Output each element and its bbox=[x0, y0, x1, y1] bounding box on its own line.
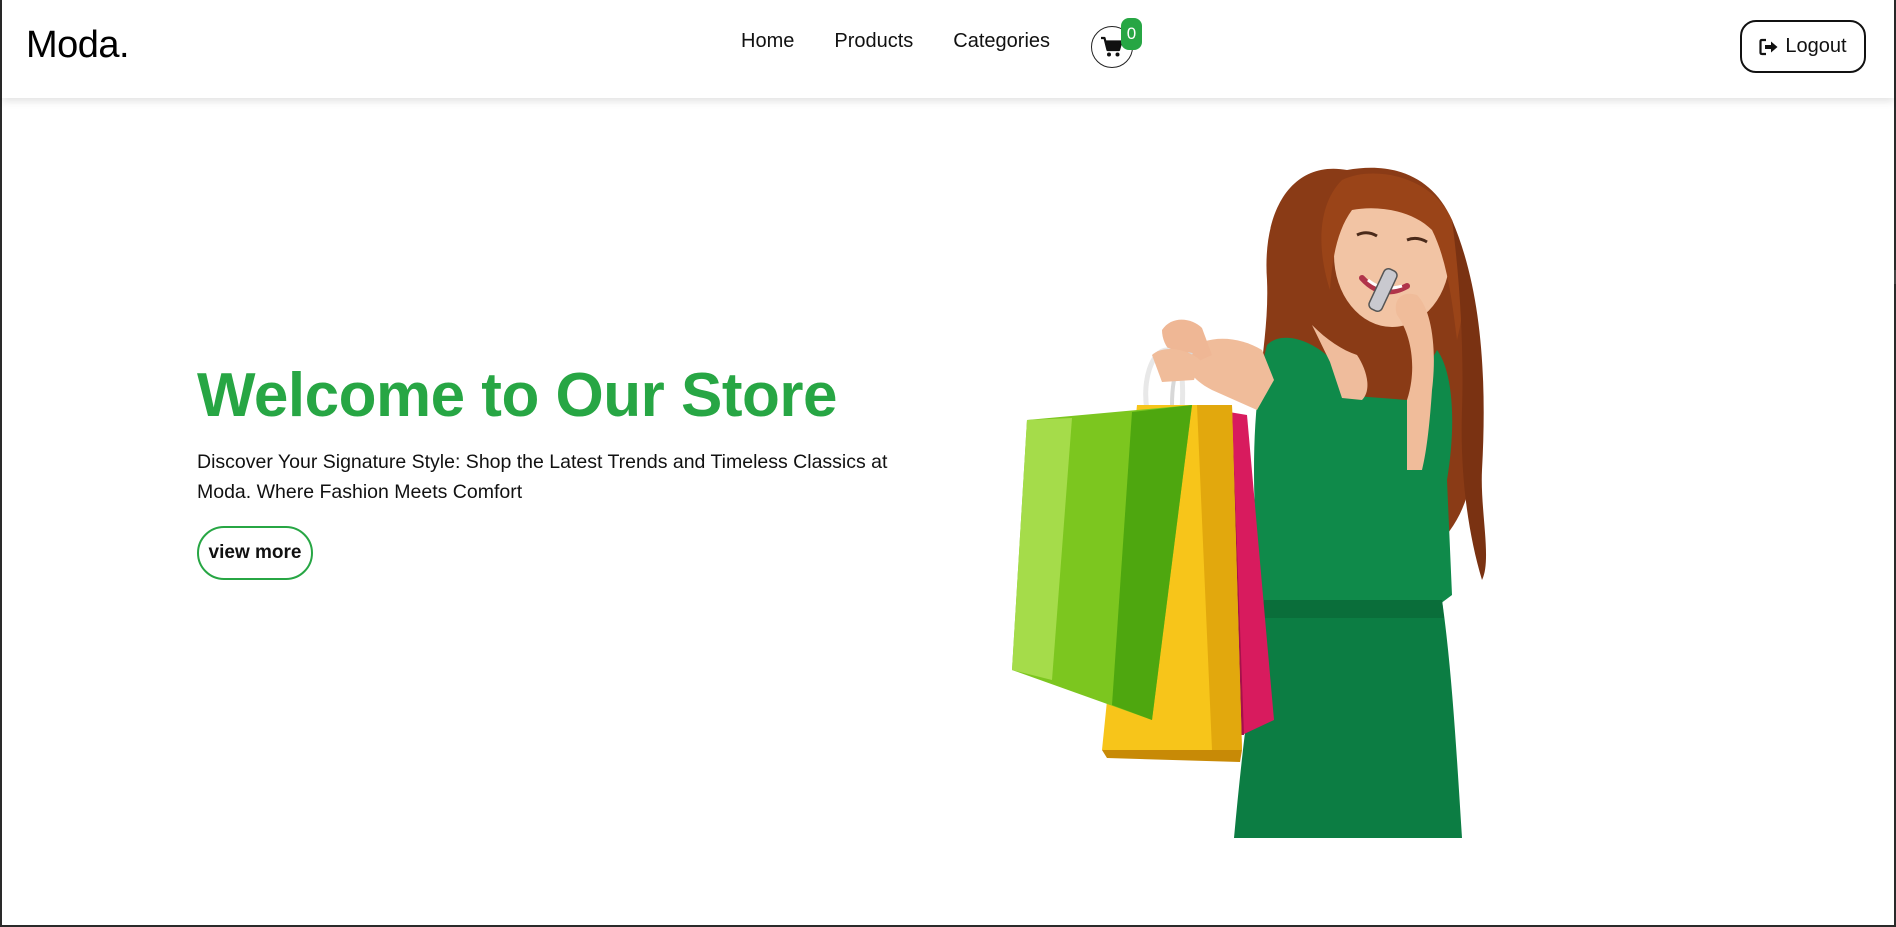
woman-with-shopping-bags-image bbox=[1012, 167, 1487, 838]
nav-home[interactable]: Home bbox=[741, 30, 794, 53]
hero-description: Discover Your Signature Style: Shop the … bbox=[197, 451, 888, 503]
nav-links: Home Products Categories bbox=[741, 30, 1050, 53]
logout-icon bbox=[1759, 38, 1778, 55]
logout-label: Logout bbox=[1785, 35, 1847, 57]
logout-button[interactable]: Logout bbox=[1740, 20, 1866, 73]
navbar: Moda. Home Products Categories 0 Logout bbox=[2, 0, 1894, 98]
cart-count-badge: 0 bbox=[1121, 18, 1142, 50]
brand-logo[interactable]: Moda. bbox=[26, 24, 130, 67]
cart-button[interactable]: 0 bbox=[1091, 18, 1142, 68]
hero-title: Welcome to Our Store bbox=[197, 361, 837, 430]
page: Moda. Home Products Categories 0 Logout … bbox=[0, 0, 1896, 927]
nav-categories[interactable]: Categories bbox=[953, 30, 1050, 53]
nav-products[interactable]: Products bbox=[834, 30, 913, 53]
view-more-button[interactable]: view more bbox=[197, 526, 313, 580]
